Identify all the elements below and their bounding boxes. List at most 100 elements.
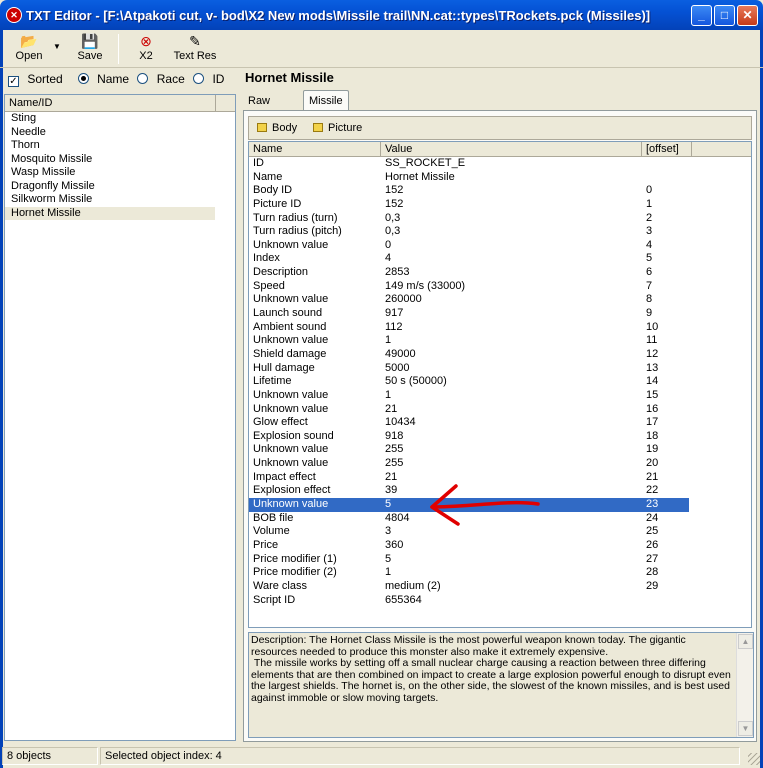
grid-row[interactable]: Unknown value 1 11 [249, 334, 751, 348]
grid-row[interactable]: Unknown value 255 20 [249, 457, 751, 471]
description-box[interactable]: Description: The Hornet Class Missile is… [248, 632, 754, 738]
grid-row[interactable]: Unknown value 260000 8 [249, 293, 751, 307]
description-scrollbar[interactable]: ▲ ▼ [736, 633, 753, 737]
grid-row[interactable]: Picture ID 152 1 [249, 198, 751, 212]
cell-value: 5000 [385, 361, 410, 374]
cell-offset: 14 [646, 375, 659, 388]
cell-value: 152 [385, 197, 404, 210]
text-res-button[interactable]: ✎ Text Res [170, 32, 220, 66]
column-header-name[interactable]: Name [249, 142, 381, 157]
grid-row[interactable]: Unknown value 21 16 [249, 403, 751, 417]
cell-value: 10434 [385, 416, 416, 429]
cell-name: Unknown value [253, 334, 329, 347]
body-button[interactable]: Body [257, 121, 297, 136]
scroll-down-icon[interactable]: ▼ [738, 721, 753, 736]
grid-row[interactable]: Launch sound 917 9 [249, 307, 751, 321]
cell-name: Turn radius (pitch) [253, 225, 342, 238]
cell-offset: 10 [646, 320, 659, 333]
grid-row[interactable]: Unknown value 255 19 [249, 443, 751, 457]
list-item[interactable]: Dragonfly Missile [5, 180, 215, 194]
picture-button[interactable]: Picture [313, 121, 362, 136]
sort-name-radio[interactable] [77, 73, 89, 84]
maximize-button[interactable]: □ [714, 5, 735, 26]
sort-race-radio[interactable] [137, 73, 149, 84]
grid-row[interactable]: Ambient sound 112 10 [249, 321, 751, 335]
grid-row[interactable]: Explosion sound 918 18 [249, 430, 751, 444]
grid-row[interactable]: Unknown value 0 4 [249, 239, 751, 253]
cell-value: 1 [385, 334, 392, 347]
grid-row[interactable]: Speed 149 m/s (33000) 7 [249, 280, 751, 294]
cell-value: Hornet Missile [385, 170, 455, 183]
body-label: Body [272, 122, 298, 134]
cell-value: 255 [385, 457, 404, 470]
window-title: TXT Editor - [F:\Atpakoti cut, v- bod\X2… [26, 8, 651, 23]
list-item-selected[interactable]: Hornet Missile [5, 206, 215, 220]
cell-value: 39 [385, 484, 398, 497]
open-button[interactable]: 📂 Open [10, 32, 48, 66]
open-dropdown-button[interactable]: ▼ [50, 32, 64, 66]
grid-row[interactable]: Shield damage 49000 12 [249, 348, 751, 362]
grid-row[interactable]: Turn radius (pitch) 0,3 3 [249, 225, 751, 239]
sort-id-radio[interactable] [193, 73, 205, 84]
cell-name: Index [253, 252, 280, 265]
list-item[interactable]: Silkworm Missile [5, 193, 215, 207]
list-item[interactable]: Wasp Missile [5, 166, 215, 180]
grid-row[interactable]: Body ID 152 0 [249, 184, 751, 198]
status-bar: 8 objects Selected object index: 4 [0, 745, 763, 768]
list-item[interactable]: Needle [5, 126, 215, 140]
cell-value: 655364 [385, 593, 422, 606]
picture-label: Picture [328, 122, 363, 134]
grid-row[interactable]: Description 2853 6 [249, 266, 751, 280]
cell-offset: 6 [646, 266, 653, 279]
grid-row[interactable]: Unknown value 1 15 [249, 389, 751, 403]
cell-name: Ambient sound [253, 320, 327, 333]
cell-name: Explosion sound [253, 429, 334, 442]
scroll-up-icon[interactable]: ▲ [738, 634, 753, 649]
cell-name: Shield damage [253, 347, 327, 360]
cell-value: 2853 [385, 266, 410, 279]
column-header-offset[interactable]: [offset] [642, 142, 692, 157]
resize-grip-icon[interactable] [748, 753, 760, 765]
cell-value: 917 [385, 307, 404, 320]
grid-row[interactable]: Ware class medium (2) 29 [249, 580, 751, 594]
cell-value: 112 [385, 320, 403, 333]
sort-options: ✓ Sorted Name Race ID [8, 72, 229, 88]
cell-name: Name [253, 170, 283, 183]
grid-row[interactable]: Lifetime 50 s (50000) 14 [249, 375, 751, 389]
grid-row[interactable]: Hull damage 5000 13 [249, 362, 751, 376]
cell-value: 918 [385, 429, 404, 442]
column-header-value[interactable]: Value [381, 142, 642, 157]
tab-missile-info[interactable]: Missile info [303, 90, 349, 127]
cell-offset: 11 [646, 334, 658, 347]
grid-row[interactable]: Glow effect 10434 17 [249, 416, 751, 430]
cell-value: SS_ROCKET_E [385, 157, 466, 169]
title-bar[interactable]: ✕ TXT Editor - [F:\Atpakoti cut, v- bod\… [0, 0, 763, 30]
cell-name: Explosion effect [253, 484, 331, 497]
sorted-checkbox[interactable]: ✓ [8, 76, 19, 87]
grid-row[interactable]: Price modifier (1) 5 27 [249, 553, 751, 567]
tab-raw-data[interactable]: Raw data [243, 92, 275, 125]
grid-row[interactable]: Turn radius (turn) 0,3 2 [249, 212, 751, 226]
object-list[interactable]: Name/ID Sting Needle Thorn Mosquito Miss… [4, 94, 236, 741]
list-item[interactable]: Mosquito Missile [5, 153, 215, 167]
list-header[interactable]: Name/ID [5, 95, 235, 112]
list-item[interactable]: Sting [5, 112, 215, 126]
save-button[interactable]: 💾 Save [70, 32, 110, 66]
grid-row[interactable]: Price modifier (2) 1 28 [249, 566, 751, 580]
cell-offset: 7 [646, 279, 653, 292]
cell-name: Unknown value [253, 443, 329, 456]
cell-name: Turn radius (turn) [253, 211, 338, 224]
grid-row[interactable]: Script ID 655364 [249, 594, 751, 608]
grid-row[interactable]: Price 360 26 [249, 539, 751, 553]
minimize-button[interactable]: _ [691, 5, 712, 26]
grid-row[interactable]: Name Hornet Missile [249, 171, 751, 185]
app-icon[interactable]: ✕ [6, 7, 22, 23]
close-button[interactable]: ✕ [737, 5, 758, 26]
grid-row[interactable]: Index 4 5 [249, 252, 751, 266]
grid-row[interactable]: ID SS_ROCKET_E [249, 157, 751, 171]
list-item[interactable]: Thorn [5, 139, 215, 153]
x2-button[interactable]: ⊗ X2 [128, 32, 164, 66]
cell-name: Unknown value [253, 238, 329, 251]
cell-offset: 24 [646, 511, 659, 524]
properties-grid[interactable]: Name Value [offset] ID SS_ROCKET_E Name Hor… [248, 141, 752, 628]
